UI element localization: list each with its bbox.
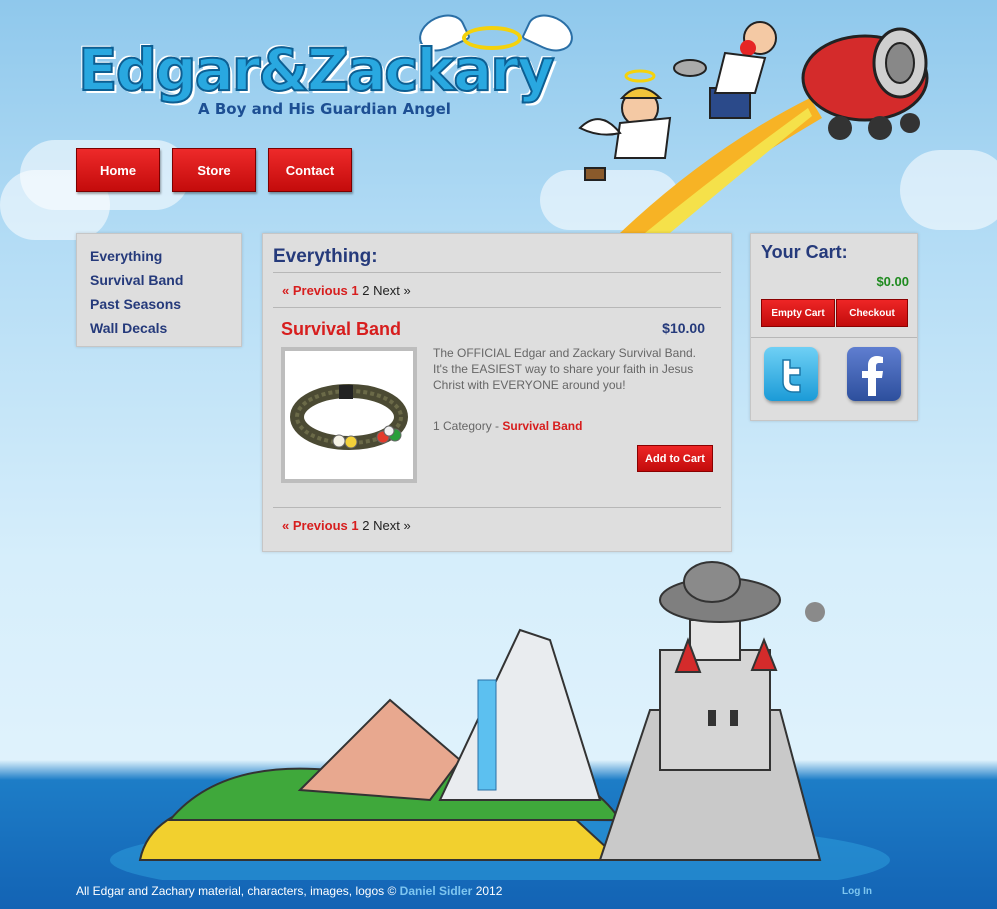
footer-copyright: All Edgar and Zachary material, characte… xyxy=(76,884,502,898)
zackary-character xyxy=(673,21,777,119)
rocket-flame-core xyxy=(645,108,812,233)
product-listing-panel: Everything: « Previous 1 2 Next » Surviv… xyxy=(262,233,732,552)
divider xyxy=(751,337,917,338)
mountain-shape xyxy=(438,628,602,801)
island-illustration xyxy=(110,561,890,880)
page-2-link[interactable]: 2 xyxy=(362,518,369,533)
category-sidebar: Everything Survival Band Past Seasons Wa… xyxy=(76,233,242,347)
page-1-link[interactable]: 1 xyxy=(351,518,358,533)
waterfall-shape xyxy=(477,679,497,791)
facebook-icon[interactable] xyxy=(847,347,901,401)
category-prefix: 1 Category - xyxy=(433,419,503,433)
empty-cart-button[interactable]: Empty Cart xyxy=(761,299,835,327)
sidebar-item-survival-band[interactable]: Survival Band xyxy=(90,268,241,292)
header-illustration xyxy=(578,21,929,233)
site-title: Edgar&Zackary xyxy=(77,35,556,105)
checkout-button[interactable]: Checkout xyxy=(836,299,908,327)
site-logo[interactable]: Edgar&Zackary A Boy and His Guardian Ang… xyxy=(77,7,579,126)
divider xyxy=(273,507,721,508)
copyright-text: All Edgar and Zachary material, characte… xyxy=(76,884,400,898)
twitter-icon[interactable] xyxy=(764,347,818,401)
cart-panel: Your Cart: $0.00 Empty Cart Checkout xyxy=(750,233,918,421)
category-link[interactable]: Survival Band xyxy=(502,419,582,433)
rocket-icon xyxy=(801,27,929,140)
next-page-link[interactable]: Next » xyxy=(373,283,411,298)
next-page-link[interactable]: Next » xyxy=(373,518,411,533)
storm-cloud-icon xyxy=(659,561,825,623)
product-image[interactable] xyxy=(281,347,417,483)
page-title: Everything: xyxy=(273,246,378,267)
product-name[interactable]: Survival Band xyxy=(281,319,401,340)
previous-page-link[interactable]: « Previous xyxy=(282,518,348,533)
nav-contact-button[interactable]: Contact xyxy=(268,148,352,192)
previous-page-link[interactable]: « Previous xyxy=(282,283,348,298)
cart-title: Your Cart: xyxy=(761,242,848,262)
page-1-link[interactable]: 1 xyxy=(351,283,358,298)
sidebar-item-wall-decals[interactable]: Wall Decals xyxy=(90,316,241,340)
product-category: 1 Category - Survival Band xyxy=(433,419,582,433)
twitter-t-glyph xyxy=(782,359,801,393)
divider xyxy=(273,272,721,273)
pagination-bottom: « Previous 1 2 Next » xyxy=(282,518,411,533)
site-tagline: A Boy and His Guardian Angel xyxy=(198,100,451,118)
product-description: The OFFICIAL Edgar and Zackary Survival … xyxy=(433,346,696,392)
facebook-f-glyph xyxy=(862,356,883,396)
copyright-year: 2012 xyxy=(472,884,503,898)
sidebar-item-everything[interactable]: Everything xyxy=(90,244,241,268)
author-link[interactable]: Daniel Sidler xyxy=(400,884,473,898)
divider xyxy=(273,307,721,308)
nav-home-button[interactable]: Home xyxy=(76,148,160,192)
product-price: $10.00 xyxy=(662,320,705,336)
pagination-top: « Previous 1 2 Next » xyxy=(282,283,411,298)
edgar-angel-character xyxy=(578,69,672,181)
bracelet-image xyxy=(290,384,408,450)
login-link[interactable]: Log In xyxy=(842,886,872,897)
page-2-link[interactable]: 2 xyxy=(362,283,369,298)
add-to-cart-button[interactable]: Add to Cart xyxy=(637,445,713,472)
cart-total: $0.00 xyxy=(876,274,909,289)
sidebar-item-past-seasons[interactable]: Past Seasons xyxy=(90,292,241,316)
nav-store-button[interactable]: Store xyxy=(172,148,256,192)
volcano-shape xyxy=(297,698,462,802)
